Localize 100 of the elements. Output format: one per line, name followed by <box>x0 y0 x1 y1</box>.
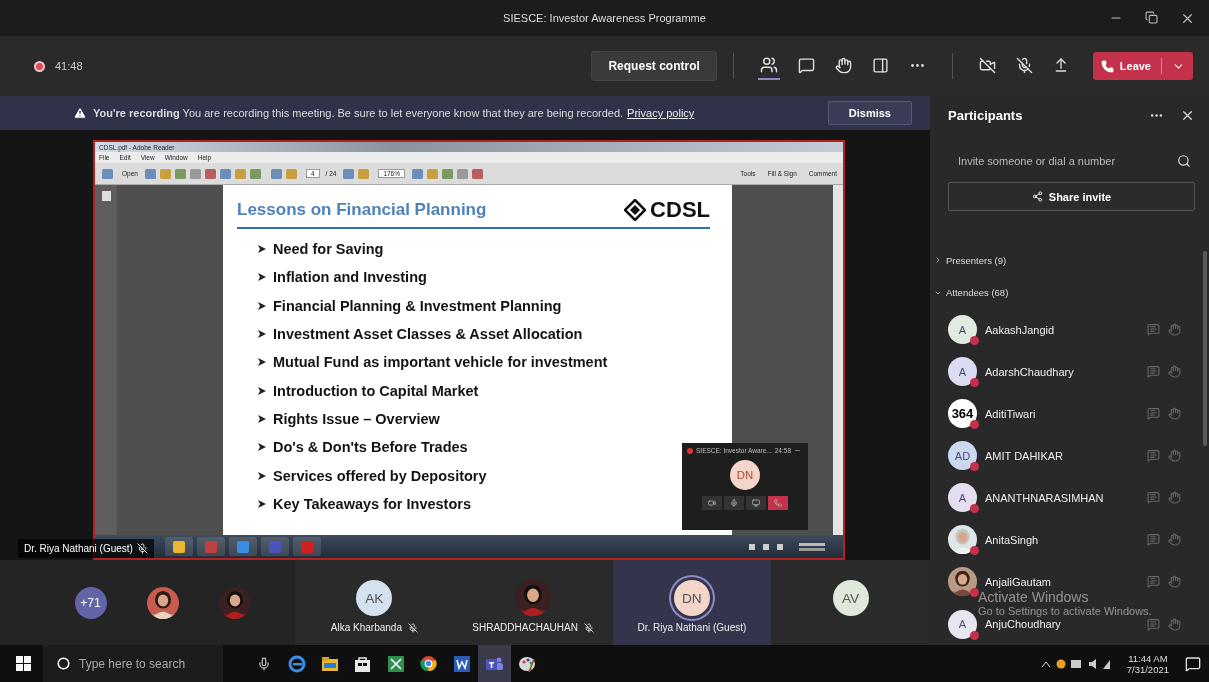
notification-icon[interactable] <box>1185 655 1201 672</box>
minimize-icon[interactable] <box>794 447 802 454</box>
ring-logo-icon <box>420 655 437 672</box>
arrow-bullet-icon <box>257 413 267 424</box>
arrow-bullet-icon <box>257 272 267 283</box>
bullet-text: Do's & Don'ts Before Trades <box>273 439 468 456</box>
leave-button[interactable]: Leave <box>1092 52 1193 80</box>
hand-icon <box>1168 575 1181 589</box>
avatar: A <box>948 609 977 639</box>
arrow-bullet-icon <box>257 357 267 368</box>
hand-icon <box>1168 407 1181 421</box>
mic-off-icon <box>136 543 148 554</box>
status-dot <box>970 462 979 472</box>
taskbar-search-field[interactable]: Type here to search <box>43 645 223 682</box>
avatar: 364 <box>948 399 977 429</box>
hand-icon <box>1168 491 1181 505</box>
avatar: A <box>948 483 977 513</box>
privacy-policy-link[interactable]: Privacy policy <box>627 107 695 119</box>
logo-text: CDSL <box>650 197 710 223</box>
palette-icon <box>519 655 536 672</box>
slide-title: Lessons on Financial Planning <box>237 200 487 220</box>
request-control-button[interactable]: Request control <box>591 51 717 81</box>
camera-off-icon <box>978 56 996 74</box>
avatar: AV <box>832 580 869 616</box>
window-title: SIESCE: Investor Awareness Programme <box>503 12 706 24</box>
dismiss-button[interactable]: Dismiss <box>827 101 912 125</box>
attendee-name[interactable]: AditiTiwari <box>985 407 1036 420</box>
participant-name: Dr. Riya Nathani (Guest) <box>637 622 747 633</box>
bullet-text: Investment Asset Classes & Asset Allocation <box>273 326 583 343</box>
taskbar-app-icon[interactable] <box>229 537 257 556</box>
bullet-text: Rights Issue – Overview <box>273 410 440 427</box>
panel-title: Participants <box>948 108 1023 124</box>
browser-icon <box>287 654 306 673</box>
status-dot <box>970 420 979 430</box>
recording-message: You're recording You are recording this meeting. Be sure to let everyone know that they are being recorded. Privacy policy <box>93 107 695 119</box>
bullet-text: Inflation and Investing <box>273 269 427 286</box>
status-dot <box>970 336 979 346</box>
arrow-bullet-icon <box>257 300 267 311</box>
avatar: A <box>948 357 977 387</box>
status-dot <box>970 504 979 514</box>
ring-icon <box>57 657 70 670</box>
bullet-text: Introduction to Capital Market <box>273 382 479 399</box>
bullet-text: Key Takeaways for Investors <box>273 495 471 512</box>
activation-title: Activate Windows <box>978 590 1090 606</box>
restore-icon[interactable] <box>1145 10 1158 24</box>
hand-icon <box>1168 449 1181 463</box>
attendee-name[interactable]: AdarshChaudhary <box>985 365 1074 378</box>
phone-icon <box>774 499 782 507</box>
camera-icon <box>708 499 716 507</box>
call-timer: 41:48 <box>55 60 83 72</box>
bullet-text: Services offered by Depository <box>273 467 487 484</box>
share-button[interactable] <box>746 496 766 510</box>
search-icon <box>1177 153 1191 168</box>
status-dot <box>970 546 979 556</box>
status-dot <box>970 630 979 640</box>
avatar: AD <box>948 441 977 471</box>
clock-time: 11:44 AM <box>1128 652 1168 664</box>
mic-icon <box>256 656 271 671</box>
hand-icon <box>1168 533 1181 547</box>
warning-icon <box>73 106 87 120</box>
hand-icon <box>1168 365 1181 379</box>
clock-date: 7/31/2021 <box>1126 663 1169 675</box>
nav-icons-drawing <box>269 167 300 180</box>
start-icon[interactable] <box>16 656 31 671</box>
avatar: AK <box>356 580 393 616</box>
group-header[interactable]: Presenters (9) <box>934 244 1195 277</box>
hand-icon <box>1168 323 1181 337</box>
participant-name: SHRADDHACHAUHAN <box>472 622 578 633</box>
attendee-name[interactable]: AMIT DAHIKAR <box>985 449 1064 462</box>
document-icon <box>453 655 470 672</box>
activation-text: Go to Settings to activate Windows. <box>978 605 1152 618</box>
participant-name: Alka Kharbanda <box>330 622 402 633</box>
share-icon <box>1031 191 1043 203</box>
attendee-name[interactable]: ANANTHNARASIMHAN <box>985 491 1104 504</box>
arrow-bullet-icon <box>257 385 267 396</box>
more-participants-badge[interactable]: +71 <box>74 586 107 619</box>
group-header[interactable]: Attendees (68) <box>934 276 1195 309</box>
caret-icon <box>934 256 942 265</box>
monitor-icon <box>752 499 760 507</box>
attendee-name[interactable]: AakashJangid <box>985 323 1055 336</box>
record-dot <box>687 447 693 454</box>
arrow-bullet-icon <box>257 244 267 255</box>
spreadsheet-icon <box>387 655 404 672</box>
mic-off-icon <box>1015 56 1033 74</box>
taskbar-app-icon[interactable] <box>165 537 193 556</box>
bullet-text: Mutual Fund as important vehicle for investment <box>273 354 608 371</box>
attendee-name[interactable]: AnjuChoudhary <box>985 618 1061 631</box>
attendee-name[interactable]: AnitaSingh <box>985 533 1039 546</box>
attendee-name[interactable]: AnjaliGautam <box>985 576 1052 588</box>
avatar: DN <box>730 460 760 490</box>
presenter-name: Dr. Riya Nathani (Guest) <box>24 543 133 554</box>
share-invite-button[interactable]: Share invite <box>948 182 1195 211</box>
bag-icon <box>355 655 370 672</box>
mic-icon <box>730 499 738 507</box>
arrow-bullet-icon <box>257 470 267 481</box>
invite-field[interactable]: Invite someone or dial a number <box>956 153 1177 168</box>
arrow-bullet-icon <box>257 442 267 453</box>
people-app-icon <box>486 655 503 672</box>
status-dot <box>970 588 979 598</box>
avatar: A <box>948 315 977 345</box>
